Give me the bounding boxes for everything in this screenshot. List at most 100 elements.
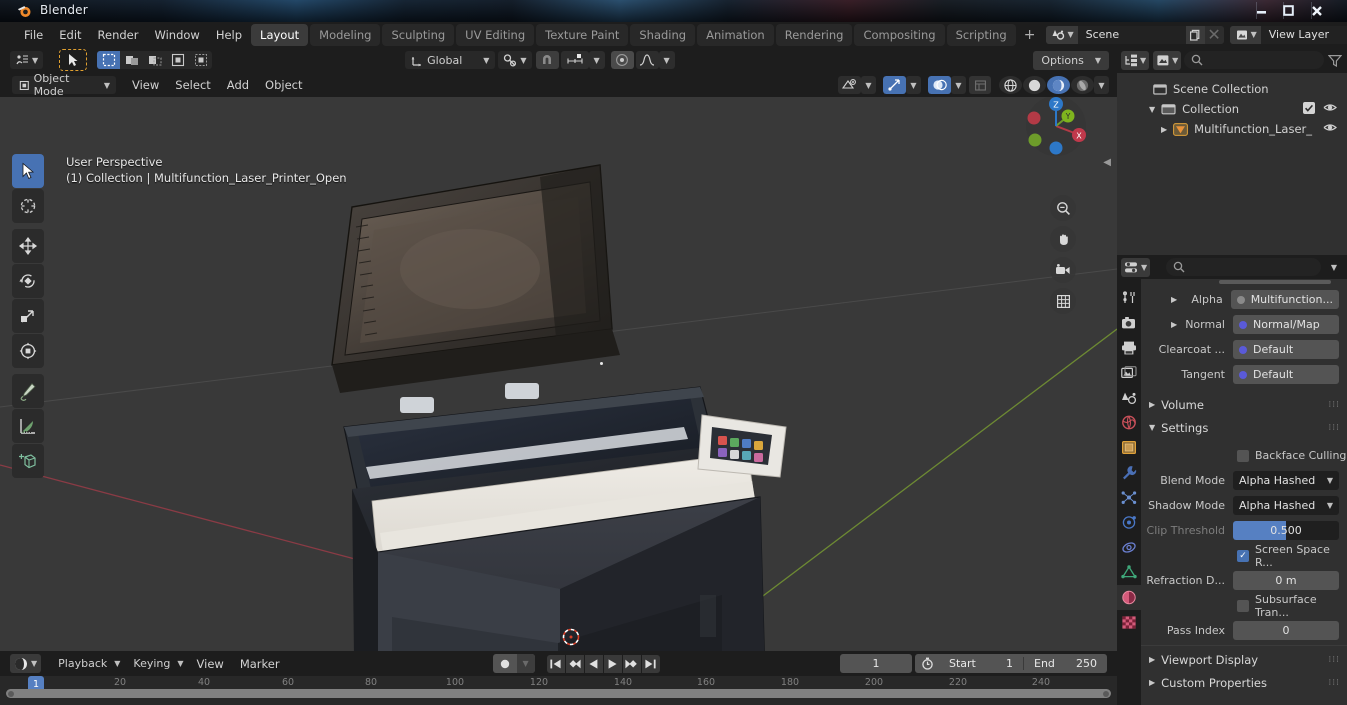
workspace-tab-uv-editing[interactable]: UV Editing: [456, 23, 535, 46]
viewport-toolbar[interactable]: [12, 154, 44, 479]
world-icon[interactable]: [1117, 410, 1141, 435]
collection-visibility-eye-icon[interactable]: [1323, 102, 1337, 116]
jump-prev-keyframe-icon[interactable]: [565, 654, 584, 673]
pass-index-field[interactable]: 0: [1233, 621, 1339, 640]
wireframe-shading-icon[interactable]: [999, 76, 1022, 94]
clip-threshold-slider[interactable]: 0.500: [1233, 521, 1339, 540]
timeline-menu-view[interactable]: View: [189, 654, 232, 674]
view-axis-gizmo[interactable]: Z X Y: [1025, 95, 1087, 157]
surface-row-alpha[interactable]: ▶ Alpha Multifunction...: [1141, 287, 1347, 312]
editor-type-icon[interactable]: ▼: [10, 51, 44, 69]
outliner-editor[interactable]: ▼ ▼ Scene Collection ▼ Collection ▶ Mult…: [1117, 47, 1347, 255]
material-icon[interactable]: [1117, 585, 1141, 610]
row-backface-culling[interactable]: Backface Culling: [1141, 443, 1347, 468]
timeline-horizontal-scrollbar[interactable]: [6, 689, 1111, 698]
timeline-menu-marker[interactable]: Marker: [232, 654, 288, 674]
gizmo-group[interactable]: ▼: [883, 76, 921, 94]
transport-controls[interactable]: [546, 654, 660, 673]
row-clip-threshold[interactable]: Clip Threshold 0.500: [1141, 518, 1347, 543]
annotate-tool[interactable]: [12, 374, 44, 408]
select-box-icon[interactable]: [97, 51, 121, 69]
snap-target-selector[interactable]: ▼: [498, 51, 532, 69]
rotate-tool[interactable]: [12, 264, 44, 298]
tweak-select-tool-button[interactable]: [59, 49, 88, 71]
tweak-tool[interactable]: [12, 154, 44, 188]
toggle-ortho-icon[interactable]: [1050, 288, 1076, 314]
visibility-group[interactable]: ▼: [838, 76, 876, 94]
disclosure-triangle-icon[interactable]: ▶: [1149, 678, 1155, 687]
close-icon[interactable]: [1304, 1, 1329, 20]
timeline-menu-playback[interactable]: Playback ▼: [53, 655, 125, 673]
workspace-tab-scripting[interactable]: Scripting: [946, 23, 1016, 46]
chevron-down-icon[interactable]: ▼: [951, 76, 966, 94]
jump-to-end-icon[interactable]: [641, 654, 660, 673]
camera-view-icon[interactable]: [1050, 257, 1076, 283]
move-tool[interactable]: [12, 229, 44, 263]
panel-header-settings[interactable]: ▼ Settings ⁞⁞⁞: [1141, 416, 1347, 439]
refraction-depth-field[interactable]: 0 m: [1233, 571, 1339, 590]
properties-editor[interactable]: ▼ ▼ ▶ Alpha Multifunction... ▶ Normal No…: [1117, 255, 1347, 705]
timeline-menu-keying[interactable]: Keying ▼: [128, 655, 188, 673]
outliner-search-input[interactable]: [1184, 51, 1324, 69]
surface-row-normal[interactable]: ▶ Normal Normal/Map: [1141, 312, 1347, 337]
properties-search-input[interactable]: [1166, 258, 1321, 276]
minimize-icon[interactable]: [1249, 1, 1274, 20]
outliner-display-mode-icon[interactable]: ▼: [1121, 50, 1150, 70]
object-visibility-eye-icon[interactable]: [1323, 122, 1337, 136]
viewport-menu-object[interactable]: Object: [257, 75, 310, 95]
outliner-row-object[interactable]: ▶ Multifunction_Laser_: [1117, 119, 1347, 139]
surface-row-clearcoat[interactable]: Clearcoat ... Default: [1141, 337, 1347, 362]
menu-file[interactable]: File: [16, 25, 51, 45]
select-difference-icon[interactable]: [189, 51, 212, 69]
3d-viewport[interactable]: ▼ Global ▼ ▼ ▼ ▼ Options ▼ Object Mode ▼…: [0, 47, 1117, 651]
properties-editor-icon[interactable]: ▼: [1121, 257, 1151, 277]
output-icon[interactable]: [1117, 335, 1141, 360]
shading-mode-group[interactable]: ▼: [998, 76, 1109, 94]
chevron-down-icon[interactable]: ▼: [1094, 76, 1109, 94]
workspace-tab-shading[interactable]: Shading: [630, 23, 696, 46]
snap-magnet-icon[interactable]: [535, 51, 559, 69]
filter-id-icon[interactable]: ▼: [1153, 50, 1182, 70]
modifier-wrench-icon[interactable]: [1117, 460, 1141, 485]
clearcoat-value-field[interactable]: Default: [1233, 340, 1339, 359]
select-intersect-icon[interactable]: [166, 51, 189, 69]
jump-to-start-icon[interactable]: [546, 654, 565, 673]
new-scene-icon[interactable]: [1185, 25, 1205, 44]
add-workspace-button[interactable]: +: [1017, 27, 1043, 43]
scrollbar-handle-right[interactable]: [1103, 690, 1109, 697]
auto-keying-toggle[interactable]: ▼: [492, 654, 535, 673]
object-mode-selector[interactable]: Object Mode ▼: [12, 72, 116, 98]
add-cube-tool[interactable]: [12, 444, 44, 478]
scene-icon[interactable]: ▼: [1046, 25, 1078, 44]
cursor-tool[interactable]: [12, 189, 44, 223]
current-frame-field[interactable]: 1: [840, 654, 912, 673]
screen-space-refraction-checkbox[interactable]: ✓: [1237, 549, 1249, 562]
tool-icon[interactable]: [1117, 285, 1141, 310]
proportional-edit-group[interactable]: ▼: [610, 51, 675, 69]
view-layer-name[interactable]: View Layer: [1260, 25, 1347, 44]
panel-header-viewport-display[interactable]: ▶ Viewport Display ⁞⁞⁞: [1141, 648, 1347, 671]
menu-render[interactable]: Render: [90, 25, 147, 45]
subsurface-translucency-checkbox[interactable]: [1237, 599, 1249, 612]
viewport-options-button[interactable]: Options ▼: [1033, 50, 1109, 70]
sidebar-collapse-arrow-icon[interactable]: ◀: [1103, 157, 1111, 168]
overlays-group[interactable]: ▼: [928, 76, 966, 94]
workspace-tab-modeling[interactable]: Modeling: [310, 23, 381, 46]
falloff-curve-icon[interactable]: [635, 51, 659, 69]
show-overlays-icon[interactable]: [928, 76, 951, 94]
row-shadow-mode[interactable]: Shadow Mode Alpha Hashed ▼: [1141, 493, 1347, 518]
chevron-down-icon[interactable]: ▼: [861, 76, 876, 94]
blend-mode-select[interactable]: Alpha Hashed ▼: [1233, 471, 1339, 490]
show-gizmo-eye-icon[interactable]: [838, 76, 861, 94]
properties-tab-strip[interactable]: [1117, 279, 1141, 705]
view-layer-icon[interactable]: ▼: [1229, 25, 1261, 44]
zoom-icon[interactable]: [1050, 195, 1076, 221]
menu-help[interactable]: Help: [208, 25, 250, 45]
chevron-down-icon[interactable]: ▼: [906, 76, 921, 94]
proportional-edit-icon[interactable]: [610, 51, 634, 69]
workspace-tab-compositing[interactable]: Compositing: [854, 23, 945, 46]
particles-icon[interactable]: [1117, 485, 1141, 510]
outliner-row-collection[interactable]: ▼ Collection: [1117, 99, 1347, 119]
funnel-filter-icon[interactable]: [1327, 54, 1343, 67]
view-layer-icon[interactable]: [1117, 360, 1141, 385]
